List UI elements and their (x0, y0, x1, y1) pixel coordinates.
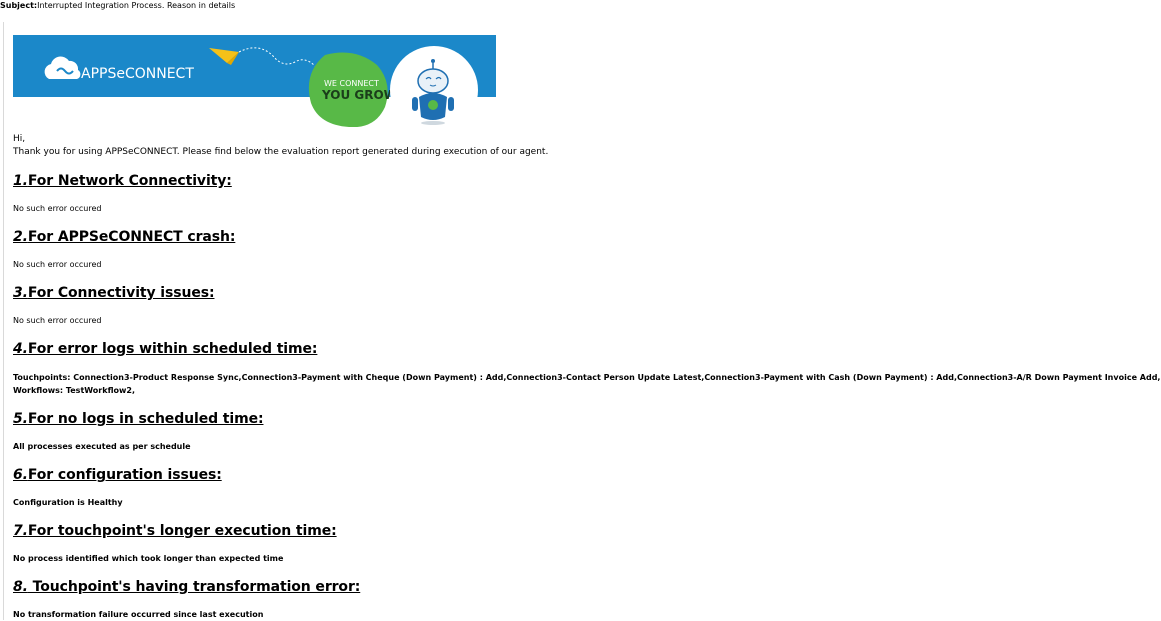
section-3-body: No such error occured (13, 316, 102, 325)
intro-text: Thank you for using APPSeCONNECT. Please… (13, 147, 549, 157)
section-4-body: Touchpoints: Connection3-Product Respons… (13, 373, 1161, 382)
section-2-body: No such error occured (13, 260, 102, 269)
section-3-heading: 3.For Connectivity issues: (13, 285, 215, 301)
section-5-body: All processes executed as per schedule (13, 442, 191, 451)
email-subject: Subject:Interrupted Integration Process.… (0, 1, 235, 11)
section-7-body: No process identified which took longer … (13, 554, 284, 563)
section-6-body: Configuration is Healthy (13, 498, 123, 507)
section-8-heading: 8. Touchpoint's having transformation er… (13, 579, 361, 595)
section-1-heading: 1.For Network Connectivity: (13, 173, 232, 189)
section-2-heading: 2.For APPSeCONNECT crash: (13, 229, 236, 245)
logo-text: APPSeCONNECT (81, 66, 194, 82)
tagline-top: WE CONNECT (324, 79, 379, 88)
section-8-body: No transformation failure occurred since… (13, 610, 264, 619)
tagline-bottom: YOU GROW (321, 88, 397, 102)
section-1-body: No such error occured (13, 204, 102, 213)
section-5-heading: 5.For no logs in scheduled time: (13, 411, 264, 427)
subject-label: Subject: (0, 1, 38, 10)
greeting: Hi, (13, 134, 26, 144)
appseconnect-banner: APPSeCONNECT WE CONNECT YOU GROW (13, 35, 496, 127)
section-7-heading: 7.For touchpoint's longer execution time… (13, 523, 337, 539)
section-4-heading: 4.For error logs within scheduled time: (13, 341, 318, 357)
section-6-heading: 6.For configuration issues: (13, 467, 222, 483)
left-border (3, 22, 4, 620)
subject-text: Interrupted Integration Process. Reason … (37, 1, 236, 10)
section-4-body-workflows: Workflows: TestWorkflow2, (13, 386, 135, 395)
